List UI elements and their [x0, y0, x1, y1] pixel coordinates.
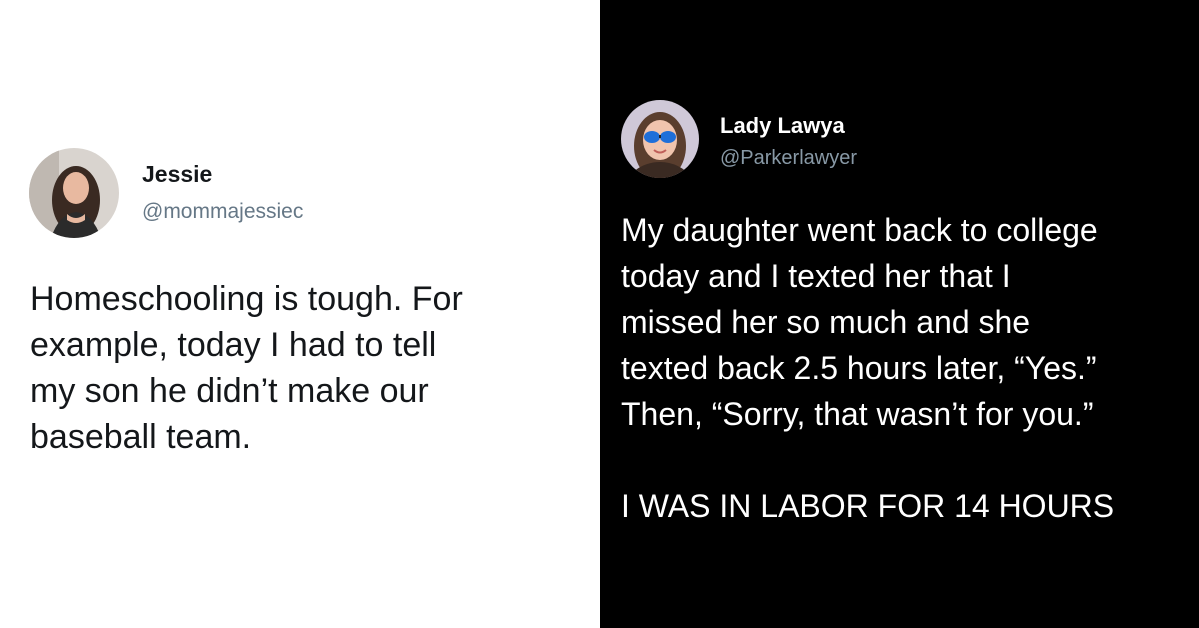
user-handle[interactable]: @mommajessiec: [142, 199, 303, 225]
display-name[interactable]: Jessie: [142, 160, 212, 188]
user-handle[interactable]: @Parkerlawyer: [720, 145, 857, 171]
tweet-text: Homeschooling is tough. For example, tod…: [30, 280, 463, 456]
profile-photo-icon: [29, 148, 119, 238]
lady-lawya-avatar[interactable]: [621, 100, 699, 178]
left-tweet-card: Jessie @mommajessiec Homeschooling is to…: [0, 0, 600, 628]
jessie-avatar[interactable]: [29, 148, 119, 238]
tweet-text: My daughter went back to college today a…: [621, 212, 1115, 524]
right-tweet-card: Lady Lawya @Parkerlawyer My daughter wen…: [600, 0, 1199, 628]
display-name[interactable]: Lady Lawya: [720, 112, 845, 140]
profile-photo-icon: [621, 100, 699, 178]
